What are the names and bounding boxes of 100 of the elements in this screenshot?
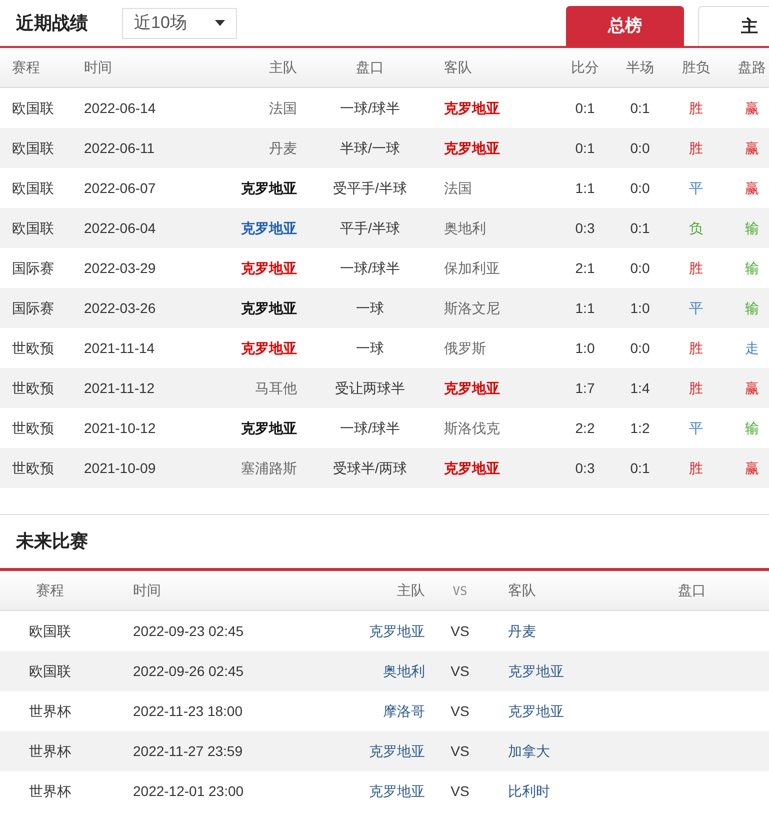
table-cell-text: VS (450, 782, 470, 800)
table-cell-text: 受球半/两球 (332, 458, 408, 478)
table-cell-text: 0:0 (629, 138, 651, 158)
table-cell-text: 国际赛 (11, 258, 55, 278)
table-cell-text: 奥地利 (443, 218, 487, 238)
table-cell-text: 0:0 (629, 338, 651, 358)
table-cell-text: 克罗地亚 (240, 338, 298, 358)
team-link[interactable]: 克罗地亚 (300, 780, 432, 802)
column-header: 时间 (132, 581, 162, 600)
table-cell-text: 1:1 (574, 298, 596, 318)
table-cell-text: 2022-11-23 18:00 (132, 702, 244, 720)
table-cell-text: 胜 (688, 338, 704, 358)
table-cell-text: 克罗地亚 (240, 258, 298, 278)
table-cell-text: 一球/球半 (339, 258, 401, 278)
team-link[interactable]: 加拿大 (488, 740, 620, 762)
column-header: 赛程 (11, 58, 41, 77)
table-cell-text: 1:4 (629, 378, 651, 398)
team-link[interactable]: 克罗地亚 (488, 660, 620, 682)
table-cell-text: 一球/球半 (339, 98, 401, 118)
column-header: 盘口 (355, 58, 385, 77)
column-header: 半场 (625, 58, 655, 77)
table-cell-text: 胜 (688, 98, 704, 118)
table-cell-text: 克罗地亚 (240, 418, 298, 438)
column-header: 胜负 (681, 58, 711, 77)
team-link[interactable]: 奥地利 (300, 660, 432, 682)
table-cell-text: 赢 (744, 378, 760, 398)
table-cell-text: 0:0 (629, 178, 651, 198)
column-header: 主队 (268, 58, 298, 77)
tab[interactable]: 主 (698, 6, 769, 46)
table-cell-text: 平 (688, 418, 704, 438)
table-cell-text: 0:0 (629, 258, 651, 278)
table-cell-text: 2:2 (574, 418, 596, 438)
range-dropdown[interactable]: 近10场 (122, 8, 237, 38)
table-cell-text: 输 (744, 298, 760, 318)
table-cell-text: 克罗地亚 (443, 378, 501, 398)
table-cell-text: 赢 (744, 98, 760, 118)
column-header: 客队 (443, 58, 473, 77)
table-cell-text: 受让两球半 (334, 378, 406, 398)
table-cell-text: 世界杯 (28, 702, 72, 720)
table-cell-text: 欧国联 (28, 662, 72, 680)
table-cell-text: 平手/半球 (339, 218, 401, 238)
table-cell-text: 0:1 (629, 458, 651, 478)
table-cell-text: 2022-06-07 (83, 178, 157, 198)
team-link[interactable]: 克罗地亚 (300, 620, 432, 642)
table-cell-text: 1:0 (574, 338, 596, 358)
table-cell-text: 欧国联 (11, 138, 55, 158)
table-cell-text: 半球/一球 (339, 138, 401, 158)
table-cell-text: 世欧预 (11, 418, 55, 438)
table-cell-text: 欧国联 (11, 178, 55, 198)
table-cell-text: 2022-03-29 (83, 258, 157, 278)
table-cell-text: 平 (688, 178, 704, 198)
table-cell-text: 2022-09-23 02:45 (132, 622, 245, 640)
table-cell-text: VS (450, 742, 470, 760)
table-cell-text: 输 (744, 218, 760, 238)
team-link[interactable]: 丹麦 (488, 620, 620, 642)
column-header: 主队 (396, 581, 426, 600)
table-cell-text: 0:1 (574, 138, 596, 158)
table-cell-text: 2021-10-09 (83, 458, 157, 478)
table-cell-text: 世欧预 (11, 338, 55, 358)
table-cell-text: 1:7 (574, 378, 596, 398)
table-cell-text: VS (450, 622, 470, 640)
table-cell-text: VS (450, 662, 470, 680)
table-cell-text: 赢 (744, 178, 760, 198)
table-cell-text: 输 (744, 258, 760, 278)
table-cell-text: 欧国联 (28, 622, 72, 640)
team-link[interactable]: 克罗地亚 (488, 700, 620, 722)
table-cell-text: 法国 (268, 98, 298, 118)
table-cell-text: 1:0 (629, 298, 651, 318)
table-cell-text: 世欧预 (11, 378, 55, 398)
column-header: 时间 (83, 58, 113, 77)
table-cell-text: 克罗地亚 (240, 298, 298, 318)
table-cell-text: 输 (744, 418, 760, 438)
column-header: 比分 (570, 58, 600, 77)
team-link[interactable]: 克罗地亚 (300, 740, 432, 762)
tab[interactable]: 总榜 (566, 6, 684, 46)
table-cell-text: 世界杯 (28, 782, 72, 800)
table-cell-text: 2022-11-27 23:59 (132, 742, 244, 760)
table-cell-text: 一球 (355, 338, 385, 358)
table-cell-text: 0:1 (574, 98, 596, 118)
table-cell-text: 塞浦路斯 (240, 458, 298, 478)
caret-icon (215, 20, 225, 26)
table-cell-text: 一球/球半 (339, 418, 401, 438)
table-cell-text: 走 (744, 338, 760, 358)
table-cell-text: 0:3 (574, 218, 596, 238)
table-cell-text: 2022-09-26 02:45 (132, 662, 245, 680)
table-cell-text: 受平手/半球 (332, 178, 408, 198)
column-header: 客队 (507, 581, 537, 600)
team-link[interactable]: 摩洛哥 (300, 700, 432, 722)
section-title: 近期战绩 (16, 12, 89, 36)
table-cell-text: 克罗地亚 (240, 178, 298, 198)
table-cell-text: 2021-11-12 (83, 378, 156, 398)
table-cell-text: 2:1 (574, 258, 596, 278)
table-cell-text: 胜 (688, 378, 704, 398)
table-cell-text: 克罗地亚 (240, 218, 298, 238)
table-cell-text: 2022-03-26 (83, 298, 157, 318)
table-cell-text: 2022-06-14 (83, 98, 157, 118)
team-link[interactable]: 比利时 (488, 780, 620, 802)
table-cell-text: 0:3 (574, 458, 596, 478)
column-header: 盘口 (677, 581, 707, 600)
table-cell-text: 欧国联 (11, 218, 55, 238)
